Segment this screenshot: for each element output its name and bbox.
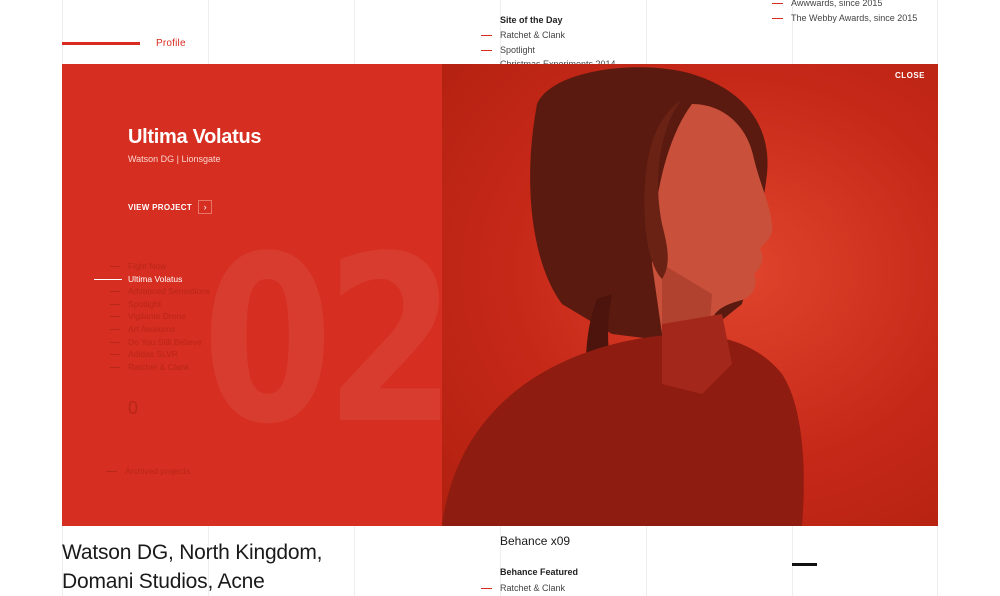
project-title: Ultima Volatus [128, 126, 262, 148]
clients-text: Watson DG, North Kingdom, Domani Studios… [62, 538, 323, 596]
clients-line: Domani Studios, Acne [62, 570, 265, 593]
chevron-right-icon: › [198, 200, 213, 214]
section-marker [792, 563, 817, 566]
list-item: Ratchet & Clank [481, 28, 616, 43]
behance-count: Behance x09 [500, 534, 571, 548]
project-modal: 02 CLOSE Ultima Volatus Watson DG | Lion… [62, 64, 938, 526]
awards-list: Awwwards, since 2015 The Webby Awards, s… [772, 0, 917, 25]
list-item: Ratchet & Clank [481, 581, 565, 596]
view-project-button[interactable]: VIEW PROJECT › [128, 200, 213, 214]
behance-featured-list: Ratchet & Clank [481, 581, 565, 596]
site-of-the-day-heading: Site of the Day [500, 15, 563, 25]
list-item: Awwwards, since 2015 [772, 0, 917, 11]
list-item: The Webby Awards, since 2015 [772, 11, 917, 26]
project-list: Fight Now Ultima Volatus Advanced Sensat… [94, 260, 210, 373]
project-list-item-active[interactable]: Ultima Volatus [94, 273, 210, 286]
project-list-item[interactable]: Spotlight [94, 298, 210, 311]
list-item: Spotlight [481, 43, 616, 58]
close-button[interactable]: CLOSE [895, 71, 925, 80]
page: Profile Awwwards, since 2015 The Webby A… [0, 0, 1000, 596]
project-index-number: 02 [202, 208, 456, 475]
project-list-item[interactable]: Do You Still Believe [94, 336, 210, 349]
project-list-item[interactable]: Vigilante Drone [94, 310, 210, 323]
nav-active-indicator [62, 42, 140, 45]
project-list-item[interactable]: Advanced Sensations [94, 285, 210, 298]
project-list-item[interactable]: Fight Now [94, 260, 210, 273]
clients-line: Watson DG, North Kingdom, [62, 541, 323, 564]
archived-projects-link[interactable]: Archived projects [106, 466, 190, 476]
view-project-label: VIEW PROJECT [128, 202, 193, 212]
project-list-item[interactable]: Adidas SLVR [94, 348, 210, 361]
nav-profile-link[interactable]: Profile [156, 38, 186, 49]
small-counter: 0 [128, 398, 139, 418]
project-subtitle: Watson DG | Lionsgate [128, 154, 221, 164]
behance-featured-heading: Behance Featured [500, 567, 579, 577]
project-list-item[interactable]: Art Awakens [94, 323, 210, 336]
project-list-item[interactable]: Ratchet & Clank [94, 361, 210, 374]
